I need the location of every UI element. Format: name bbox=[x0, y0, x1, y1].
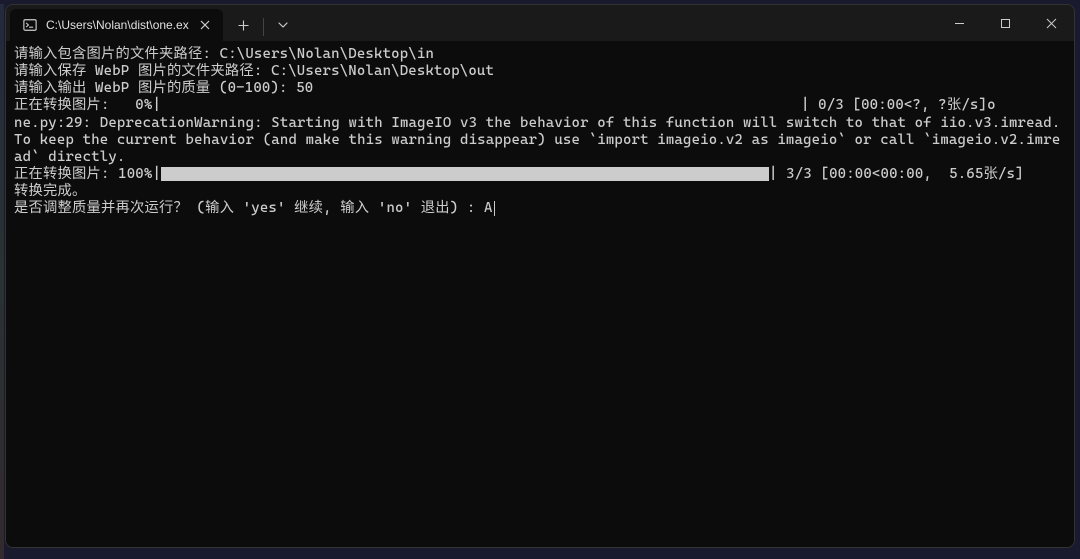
titlebar-drag-area[interactable] bbox=[304, 5, 936, 41]
terminal-body[interactable]: 请输入包含图片的文件夹路径: C:\Users\Nolan\Desktop\in… bbox=[6, 41, 1074, 547]
tab-close-button[interactable] bbox=[197, 17, 213, 33]
progress-full-prefix: 正在转换图片: 100%| bbox=[14, 166, 161, 183]
minimize-icon bbox=[954, 18, 965, 29]
desktop-background-strip bbox=[0, 4, 4, 559]
rerun-prompt-line: 是否调整质量并再次运行？ (输入 'yes' 继续, 输入 'no' 退出) :… bbox=[14, 200, 1066, 217]
plus-icon bbox=[238, 20, 249, 31]
progress-full-suffix: | 3/3 [00:00<00:00, 5.65张/s] bbox=[769, 166, 1024, 183]
prompt-output-folder: 请输入保存 WebP 图片的文件夹路径: C:\Users\Nolan\Desk… bbox=[14, 63, 1066, 80]
minimize-button[interactable] bbox=[936, 5, 982, 41]
close-icon bbox=[1046, 18, 1057, 29]
rerun-prompt: 是否调整质量并再次运行？ (输入 'yes' 继续, 输入 'no' 退出) :… bbox=[14, 200, 493, 216]
terminal-window: C:\Users\Nolan\dist\one.ex bbox=[5, 4, 1075, 548]
progress-zero-prefix: 正在转换图片: 0%| bbox=[14, 97, 161, 114]
tab-title: C:\Users\Nolan\dist\one.ex bbox=[46, 18, 189, 32]
close-icon bbox=[200, 20, 210, 30]
window-controls bbox=[936, 5, 1074, 41]
progress-full-line: 正在转换图片: 100%| | 3/3 [00:00<00:00, 5.65张/s… bbox=[14, 166, 1066, 183]
deprecation-warning: ne.py:29: DeprecationWarning: Starting w… bbox=[14, 115, 1066, 166]
text-cursor bbox=[494, 201, 495, 216]
tab-divider bbox=[263, 18, 264, 36]
chevron-down-icon bbox=[278, 20, 288, 30]
progress-zero-suffix: | 0/3 [00:00<?, ?张/s]o bbox=[801, 97, 996, 114]
terminal-icon bbox=[22, 17, 38, 33]
tab-dropdown-button[interactable] bbox=[268, 11, 298, 39]
maximize-button[interactable] bbox=[982, 5, 1028, 41]
maximize-icon bbox=[1000, 18, 1011, 29]
progress-zero-line: 正在转换图片: 0%| | 0/3 [00:00<?, ?张/s]o bbox=[14, 97, 1066, 114]
tab-active[interactable]: C:\Users\Nolan\dist\one.ex bbox=[10, 9, 223, 41]
prompt-quality: 请输入输出 WebP 图片的质量 (0-100): 50 bbox=[14, 80, 1066, 97]
conversion-done: 转换完成。 bbox=[14, 183, 1066, 200]
tab-actions bbox=[223, 5, 304, 41]
prompt-input-folder: 请输入包含图片的文件夹路径: C:\Users\Nolan\Desktop\in bbox=[14, 46, 1066, 63]
progress-zero-bar-empty bbox=[161, 97, 801, 114]
close-button[interactable] bbox=[1028, 5, 1074, 41]
new-tab-button[interactable] bbox=[229, 11, 259, 39]
titlebar[interactable]: C:\Users\Nolan\dist\one.ex bbox=[6, 5, 1074, 41]
progress-full-bar bbox=[161, 167, 769, 181]
